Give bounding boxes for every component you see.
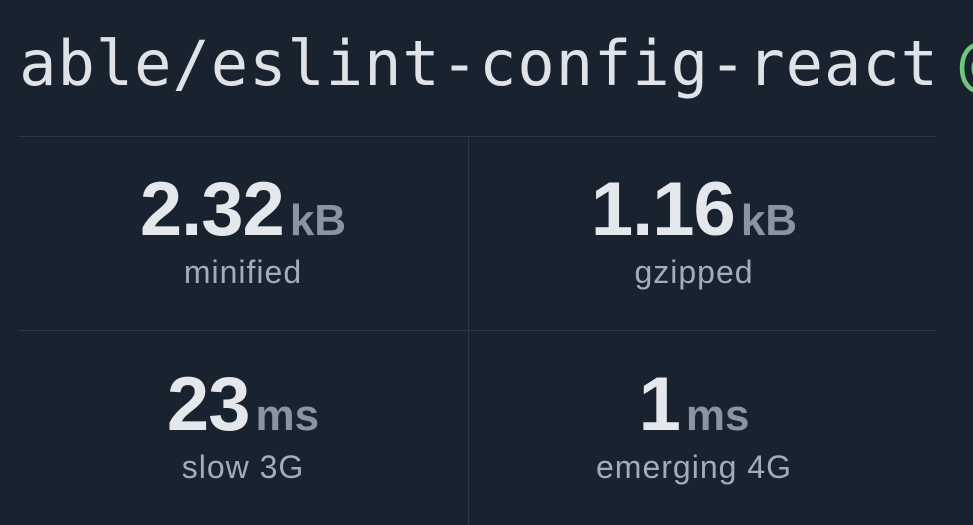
stat-metric: 2.32 kB [18,166,468,253]
version-at-symbol: @ [959,24,973,104]
stat-value: 2.32 [139,167,285,252]
stat-label: gzipped [634,254,754,290]
stat-unit: ms [685,391,750,440]
stat-unit: ms [255,391,320,440]
stat-slow-3g: 23 ms slow 3G [18,331,468,525]
package-title: able/eslint-config-react @ [0,0,973,120]
stat-minified: 2.32 kB minified [18,136,468,330]
stat-emerging-4g: 1 ms emerging 4G [469,331,919,525]
stat-value: 1 [638,362,681,447]
package-name: able/eslint-config-react [19,27,939,100]
stat-metric: 23 ms [18,361,468,448]
stat-label: minified [183,254,303,290]
stat-unit: kB [289,196,347,245]
stat-label: slow 3G [181,449,305,485]
stat-metric: 1 ms [469,361,919,448]
stat-label: emerging 4G [596,449,792,485]
stat-value: 1.16 [590,167,736,252]
stats-grid: 2.32 kB minified 1.16 kB gzipped 23 ms slow… [18,136,936,525]
stat-unit: kB [740,196,798,245]
stat-gzipped: 1.16 kB gzipped [469,136,919,330]
stat-metric: 1.16 kB [469,166,919,253]
stat-value: 23 [166,362,251,447]
